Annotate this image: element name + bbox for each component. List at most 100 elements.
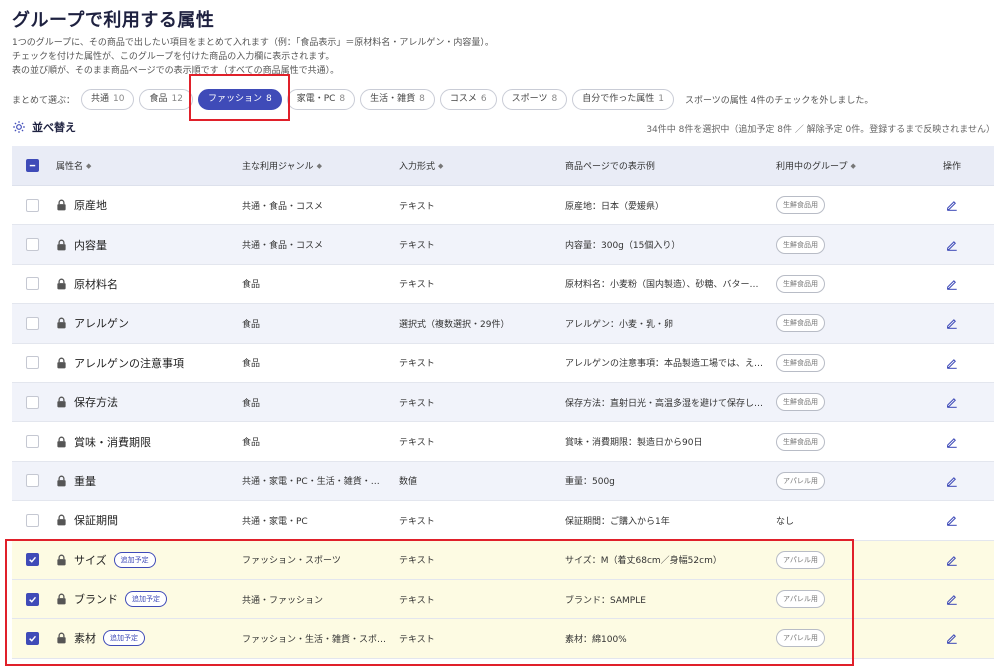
lock-icon [57,278,66,290]
attribute-name: 賞味・消費期限 [74,435,151,449]
edit-button[interactable] [942,501,962,539]
attribute-name: 原材料名 [74,277,118,291]
attribute-name-cell: 賞味・消費期限 [56,422,241,460]
row-checkbox[interactable] [26,265,39,303]
attribute-name-cell: 原材料名 [56,265,241,303]
header-name[interactable]: 属性名 ◆ [56,146,241,185]
edit-button[interactable] [942,383,962,421]
input-type-cell: テキスト [399,201,435,212]
genre-cell: 食品 [242,280,261,291]
page-description-line-2: チェックを付けた属性が、このグループを付けた商品の入力欄に表示されます。 [12,52,335,62]
genre-cell: 共通・食品・コスメ [242,201,324,212]
sort-icon: ◆ [850,161,856,170]
pencil-icon [946,436,958,448]
row-checkbox[interactable] [26,304,39,342]
select-all-checkbox[interactable] [26,146,39,185]
lock-icon [57,199,66,211]
genre-chip[interactable]: 自分で作った属性 1 [572,88,674,110]
row-checkbox[interactable] [26,422,39,460]
edit-button[interactable] [942,580,962,618]
row-checkbox[interactable] [26,186,39,224]
lock-icon [57,514,66,526]
edit-button[interactable] [942,225,962,263]
genre-chip[interactable]: スポーツ 8 [501,88,568,110]
group-cell: 生鮮食品用 [776,304,936,342]
pencil-icon [946,632,958,645]
chip-label: 食品 [149,93,168,104]
lock-icon [57,396,66,408]
attribute-name-cell: 保存方法 [56,383,241,421]
sort-icon: ◆ [86,161,92,170]
row-checkbox[interactable] [26,501,39,539]
group-cell: アパレル用 [776,462,936,500]
edit-button[interactable] [942,304,962,342]
genre-chip[interactable]: 食品 12 [139,88,193,110]
chip-label: 自分で作った属性 [582,93,655,104]
lock-icon [57,475,66,487]
gear-icon [13,121,25,133]
sort-control[interactable]: 並べ替え [12,119,76,135]
genre-chip[interactable]: 共通 10 [81,88,135,110]
group-none-text: なし [776,516,795,527]
edit-button[interactable] [942,265,962,303]
pencil-icon [946,317,958,330]
lock-icon [57,317,66,329]
edit-button[interactable] [942,619,962,657]
attribute-name: 内容量 [74,238,107,252]
edit-button[interactable] [942,186,962,224]
table-row: 保証期間 共通・家電・PC テキスト 保証期間：ご購入から1年 なし [12,501,994,541]
row-checkbox[interactable] [26,383,39,421]
attribute-name: 原産地 [74,199,107,213]
example-cell: 保証期間：ご購入から1年 [565,516,670,527]
genre-chip[interactable]: 家電・PC 8 [286,88,356,110]
genre-chip-bar: まとめて選ぶ： 共通 10 食品 12 ファッション 8 家電・PC 8 生活・雑貨 8 コスメ 6 ス… [12,87,873,111]
sort-icon: ◆ [438,161,444,170]
highlight-active-chip [189,74,290,121]
header-groups[interactable]: 利用中のグループ ◆ [776,146,936,185]
row-checkbox[interactable] [26,462,39,500]
edit-button[interactable] [942,462,962,500]
header-example: 商品ページでの表示例 [565,162,655,172]
chip-count: 8 [419,93,425,104]
row-checkbox[interactable] [26,225,39,263]
example-cell: 内容量：300g（15個入り） [565,241,681,252]
input-type-cell: 数値 [399,477,418,488]
lock-icon [57,239,66,250]
chip-count: 8 [339,93,346,104]
pencil-icon [946,278,958,290]
group-badge: 生鮮食品用 [776,393,825,412]
chip-count: 12 [171,93,183,104]
genre-cell: 共通・食品・コスメ [242,241,324,252]
row-checkbox[interactable] [26,344,39,382]
attribute-name-cell: 内容量 [56,225,241,263]
example-cell: 賞味・消費期限：製造日から90日 [565,438,703,449]
chip-label: 生活・雑貨 [370,93,416,104]
group-cell: 生鮮食品用 [776,422,936,460]
edit-button[interactable] [942,541,962,579]
group-badge: 生鮮食品用 [776,314,825,333]
group-badge: アパレル用 [776,471,825,490]
pencil-icon [946,554,958,566]
attribute-name-cell: アレルゲンの注意事項 [56,344,241,382]
attribute-name: アレルゲンの注意事項 [74,356,184,370]
header-type[interactable]: 入力形式 ◆ [399,146,557,185]
chip-label: 家電・PC [296,93,336,104]
chip-status-message: スポーツの属性 4件のチェックを外しました。 [684,95,874,106]
example-cell: アレルゲン：小麦・乳・卵 [565,319,674,330]
genre-chip[interactable]: 生活・雑貨 8 [360,88,435,110]
chip-count: 1 [658,93,664,104]
example-cell: 原材料名：小麦粉（国内製造）、砂糖、バター… [565,280,759,291]
edit-button[interactable] [942,344,962,382]
example-cell: 原産地：日本（愛媛県） [565,201,665,212]
genre-chip[interactable]: コスメ 6 [439,88,497,110]
page-description-line-3: 表の並び順が、そのまま商品ページでの表示順です（すべての商品属性で共通）。 [12,66,340,76]
group-cell: 生鮮食品用 [776,186,936,224]
highlight-added-rows [5,539,854,666]
lock-icon [57,436,66,447]
header-genre[interactable]: 主な利用ジャンル ◆ [242,146,390,185]
attribute-name: 保存方法 [74,396,118,410]
chip-count: 6 [480,93,487,104]
sort-label: 並べ替え [32,121,76,134]
edit-button[interactable] [942,422,962,460]
example-cell: 重量：500g [565,477,615,488]
